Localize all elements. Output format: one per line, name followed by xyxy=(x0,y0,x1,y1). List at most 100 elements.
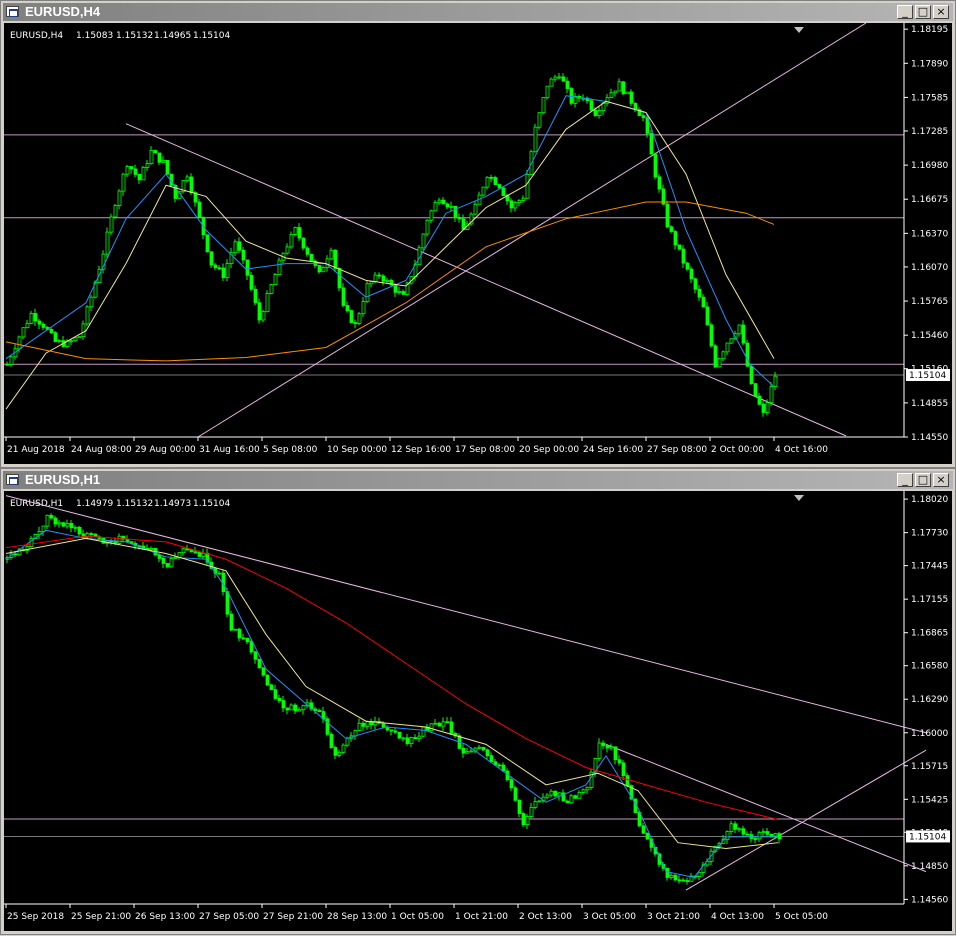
bull-candle xyxy=(465,751,470,754)
bull-candle xyxy=(597,110,602,116)
bull-candle xyxy=(321,267,326,273)
price-tick-label: 1.16580 xyxy=(911,662,948,672)
bull-candle xyxy=(21,327,26,338)
time-tick-label: 27 Sep 21:00 xyxy=(263,912,323,922)
bull-candle xyxy=(181,548,186,554)
chart-symbol-label: EURUSD,H4 xyxy=(10,31,63,41)
bear-candle xyxy=(673,875,678,881)
time-tick-label: 25 Sep 2018 xyxy=(7,912,64,922)
minimize-button[interactable]: _ xyxy=(897,473,913,487)
bear-candle xyxy=(413,737,418,740)
bull-candle xyxy=(773,375,778,388)
bear-candle xyxy=(685,880,690,882)
chart-window-h4[interactable]: EURUSD,H4 _ □ × EURUSD,H4 1.15083 1.1513… xyxy=(0,0,956,468)
bull-candle xyxy=(297,709,302,712)
bear-candle xyxy=(681,248,686,264)
bear-candle xyxy=(621,81,626,95)
time-tick-label: 1 Oct 05:00 xyxy=(391,912,444,922)
bear-candle xyxy=(685,262,690,270)
price-tick-label: 1.16290 xyxy=(911,695,948,705)
price-chart-h4[interactable]: EURUSD,H4 1.15083 1.15132 1.14965 1.1510… xyxy=(4,22,952,464)
bear-candle xyxy=(269,684,274,691)
title-bar[interactable]: EURUSD,H1 _ □ × xyxy=(3,471,953,489)
bull-candle xyxy=(345,737,350,746)
bear-candle xyxy=(741,828,746,835)
bear-candle xyxy=(589,100,594,111)
bull-candle xyxy=(365,283,370,302)
bear-candle xyxy=(649,133,654,155)
bear-candle xyxy=(225,591,230,615)
bull-candle xyxy=(29,313,34,324)
chart-window-icon xyxy=(6,474,19,485)
price-tick-label: 1.17585 xyxy=(911,93,948,103)
window-title: EURUSD,H1 xyxy=(25,472,101,487)
bull-candle xyxy=(225,263,230,278)
bear-candle xyxy=(701,296,706,308)
bull-candle xyxy=(73,337,78,342)
bull-candle xyxy=(401,737,406,740)
chart-canvas-h4[interactable]: EURUSD,H4 1.15083 1.15132 1.14965 1.1510… xyxy=(4,22,952,464)
time-tick-label: 3 Oct 05:00 xyxy=(583,912,636,922)
minimize-button[interactable]: _ xyxy=(897,5,913,19)
close-button[interactable]: × xyxy=(933,5,949,19)
bear-candle xyxy=(493,177,498,185)
bear-candle xyxy=(245,259,250,276)
moving-average-ma_fast xyxy=(5,95,775,388)
price-tick-label: 1.15460 xyxy=(911,331,948,341)
bull-candle xyxy=(301,705,306,711)
bull-candle xyxy=(277,259,282,275)
bear-candle xyxy=(53,332,58,342)
price-tick-label: 1.16865 xyxy=(911,629,948,639)
bear-candle xyxy=(709,324,714,347)
bull-candle xyxy=(429,723,434,732)
time-tick-label: 24 Sep 16:00 xyxy=(583,445,643,455)
bull-candle xyxy=(409,737,414,744)
bear-candle xyxy=(681,879,686,882)
bull-candle xyxy=(517,200,522,204)
bear-candle xyxy=(749,365,754,384)
price-tick-label: 1.17285 xyxy=(911,127,948,137)
time-tick-label: 10 Sep 00:00 xyxy=(327,445,387,455)
bull-candle xyxy=(737,828,742,831)
bear-candle xyxy=(605,745,610,749)
bear-candle xyxy=(617,759,622,764)
time-tick-label: 28 Sep 13:00 xyxy=(327,912,387,922)
bear-candle xyxy=(485,749,490,757)
price-tick-label: 1.14855 xyxy=(911,399,948,409)
bear-candle xyxy=(705,306,710,326)
bear-candle xyxy=(205,234,210,253)
bull-candle xyxy=(357,313,362,324)
maximize-button[interactable]: □ xyxy=(915,5,931,19)
bull-candle xyxy=(85,306,90,325)
bull-candle xyxy=(549,790,554,796)
time-tick-label: 2 Oct 00:00 xyxy=(711,445,764,455)
bear-candle xyxy=(189,549,194,553)
bear-candle xyxy=(257,658,262,669)
bear-candle xyxy=(241,249,246,261)
title-bar[interactable]: EURUSD,H4 _ □ × xyxy=(3,3,953,21)
bull-candle xyxy=(73,526,78,529)
bear-candle xyxy=(449,721,454,734)
time-tick-label: 2 Oct 13:00 xyxy=(519,912,572,922)
bull-candle xyxy=(121,173,126,192)
bear-candle xyxy=(273,689,278,699)
price-chart-h1[interactable]: EURUSD,H1 1.14979 1.15132 1.14973 1.1510… xyxy=(4,491,952,931)
moving-average-ma_slow xyxy=(5,535,779,821)
chart-canvas-h1[interactable]: EURUSD,H1 1.14979 1.15132 1.14973 1.1510… xyxy=(4,491,952,931)
trend-line xyxy=(5,495,927,734)
maximize-button[interactable]: □ xyxy=(915,473,931,487)
close-button[interactable]: × xyxy=(933,473,949,487)
bull-candle xyxy=(477,746,482,749)
bear-candle xyxy=(237,241,242,251)
bear-candle xyxy=(229,613,234,631)
bull-candle xyxy=(117,190,122,206)
bull-candle xyxy=(105,231,110,255)
bull-candle xyxy=(265,293,270,313)
price-axis: 1.18195 1.17890 1.17585 1.17285 1.16980 1.166… xyxy=(903,23,950,443)
bear-candle xyxy=(657,176,662,190)
bull-candle xyxy=(45,514,50,527)
candles xyxy=(5,73,778,417)
chart-window-h1[interactable]: EURUSD,H1 _ □ × EURUSD,H1 1.14979 1.1513… xyxy=(0,468,956,935)
bear-candle xyxy=(137,173,142,181)
bull-candle xyxy=(109,216,114,233)
